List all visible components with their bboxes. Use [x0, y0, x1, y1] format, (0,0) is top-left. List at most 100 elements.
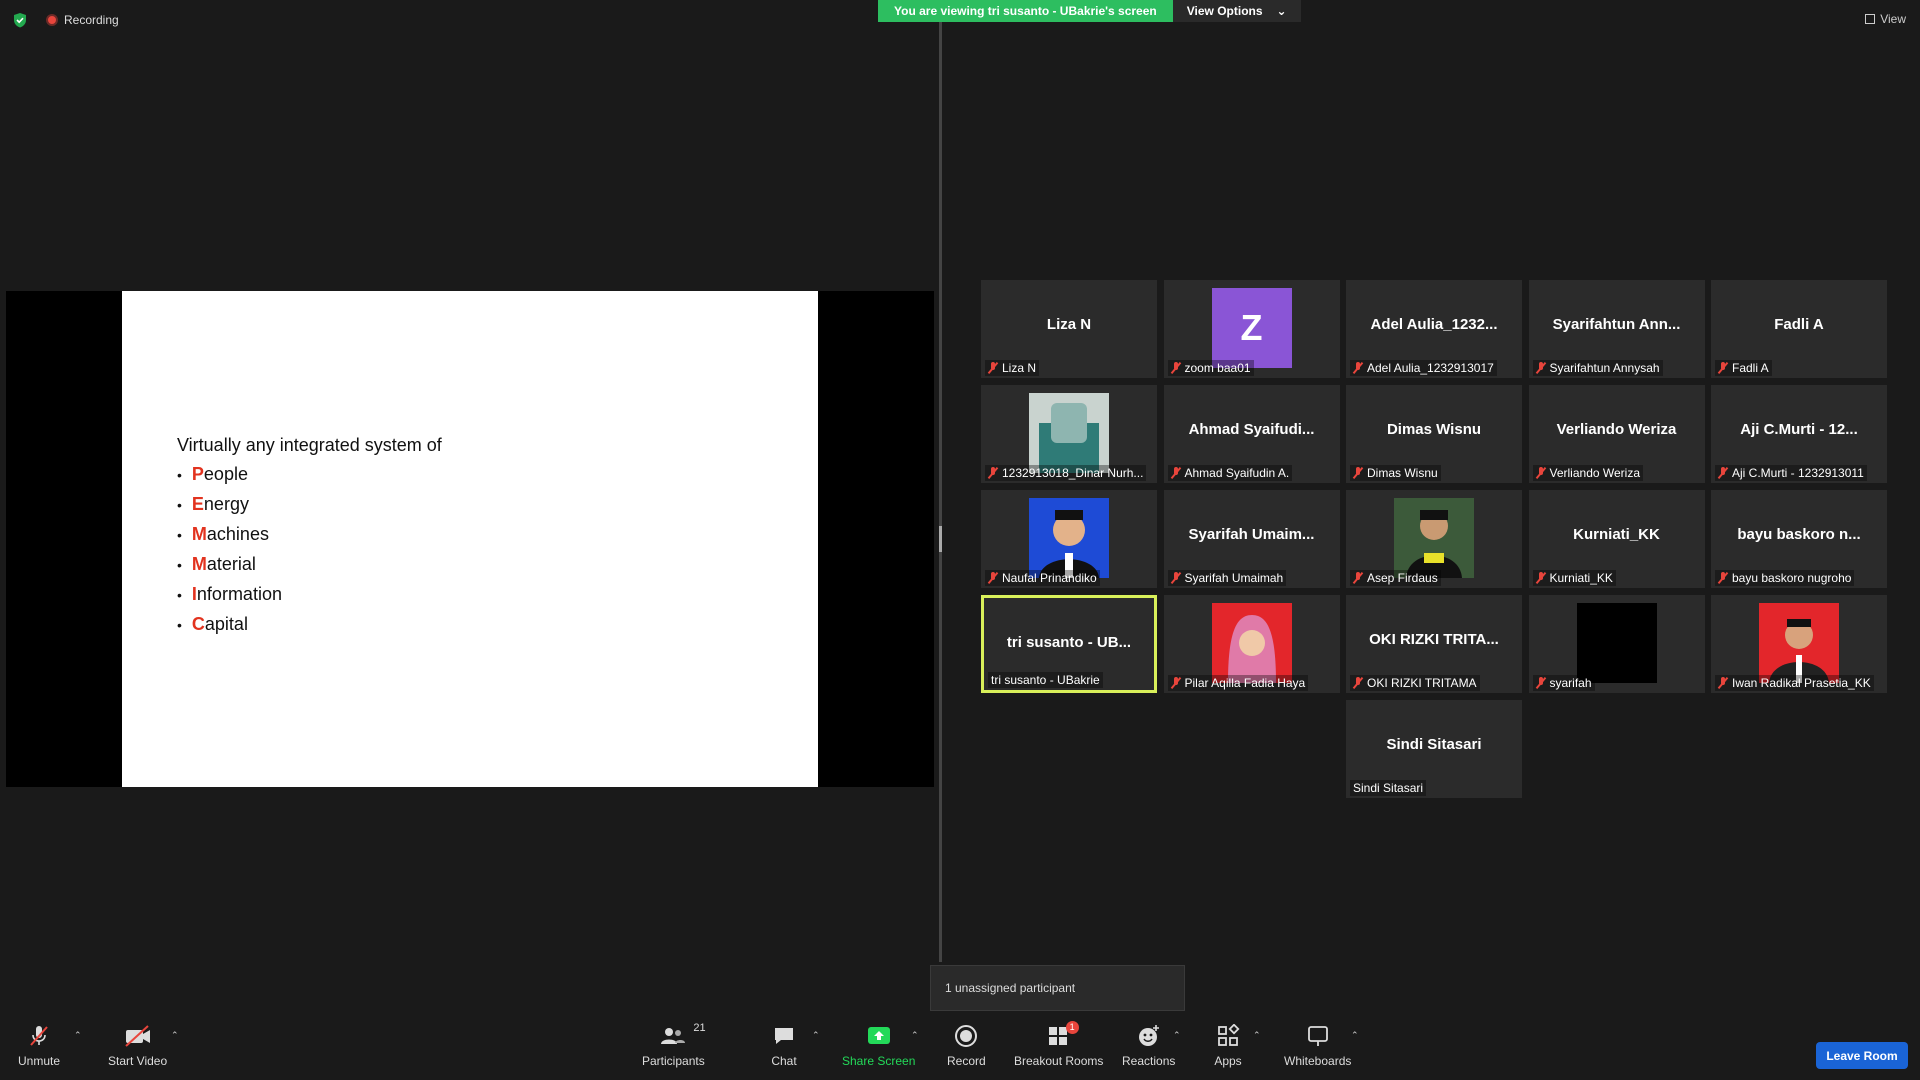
participant-photo [1576, 603, 1657, 683]
slide-item-text: Energy [191, 494, 249, 514]
reactions-smiley-icon [1135, 1024, 1163, 1048]
participant-tile[interactable]: Syarifah Umaim... Syarifah Umaimah [1163, 490, 1340, 588]
audio-options-caret-icon[interactable]: ⌃ [74, 1030, 82, 1041]
mic-muted-icon [988, 362, 998, 374]
share-options-caret-icon[interactable]: ⌃ [911, 1030, 919, 1041]
participant-tile[interactable]: Liza N Liza N [981, 280, 1157, 378]
participant-display-name: OKI RIZKI TRITA... [1369, 631, 1499, 648]
mic-muted-icon [1353, 572, 1363, 584]
record-button[interactable]: Record [947, 1024, 986, 1068]
participant-name-label: Syarifahtun Annysah [1532, 360, 1663, 376]
participant-photo [1394, 498, 1474, 578]
participant-tile[interactable]: Fadli A Fadli A [1711, 280, 1887, 378]
participant-name: Syarifah Umaimah [1184, 571, 1284, 585]
chat-label: Chat [771, 1054, 797, 1068]
bullet-dot-icon: • [177, 587, 182, 603]
participant-tile[interactable]: Pilar Aqilla Fadia Haya [1163, 595, 1340, 693]
participant-name: syarifah [1549, 676, 1592, 690]
breakout-rooms-button[interactable]: 1 Breakout Rooms [1014, 1021, 1103, 1068]
participant-tile[interactable]: Asep Firdaus [1346, 490, 1522, 588]
leave-room-button[interactable]: Leave Room [1816, 1042, 1908, 1069]
breakout-rooms-icon: 1 [1045, 1021, 1079, 1048]
shared-screen: Virtually any integrated system of • Peop… [6, 291, 934, 787]
chat-options-caret-icon[interactable]: ⌃ [812, 1030, 820, 1041]
start-video-label: Start Video [108, 1054, 168, 1068]
participant-name: Fadli A [1732, 361, 1769, 375]
view-options-button[interactable]: View Options ⌄ [1172, 0, 1301, 22]
mic-muted-icon [1536, 467, 1546, 479]
whiteboards-options-caret-icon[interactable]: ⌃ [1351, 1030, 1359, 1041]
meeting-toolbar: Unmute ⌃ Start Video ⌃ 21 Participants C… [0, 1018, 1920, 1080]
participant-name-label: Fadli A [1715, 360, 1772, 376]
participant-tile[interactable]: Syarifahtun Ann... Syarifahtun Annysah [1528, 280, 1705, 378]
participant-name: tri susanto - UBakrie [991, 673, 1100, 687]
mic-muted-icon [1171, 362, 1181, 374]
apps-options-caret-icon[interactable]: ⌃ [1253, 1030, 1261, 1041]
recording-indicator[interactable]: Recording [46, 13, 119, 27]
participant-tile[interactable]: Ahmad Syaifudi... Ahmad Syaifudin A. [1163, 385, 1340, 483]
slide-item-text: Capital [191, 614, 248, 634]
reactions-button[interactable]: Reactions [1122, 1024, 1175, 1068]
recording-label: Recording [64, 13, 119, 27]
recording-dot-icon [46, 14, 58, 26]
participant-tile[interactable]: OKI RIZKI TRITA... OKI RIZKI TRITAMA [1346, 595, 1522, 693]
bullet-dot-icon: • [177, 467, 182, 483]
participant-display-name: Dimas Wisnu [1386, 421, 1482, 438]
participant-tile[interactable]: bayu baskoro n... bayu baskoro nugroho [1711, 490, 1887, 588]
participant-tile[interactable]: syarifah [1528, 595, 1705, 693]
participant-name-label: Iwan Radikal Prasetia_KK [1715, 675, 1874, 691]
split-divider[interactable] [939, 22, 942, 962]
mic-muted-icon [1536, 572, 1546, 584]
mic-muted-icon [1536, 362, 1546, 374]
participant-tile[interactable]: Naufal Prinandiko [981, 490, 1157, 588]
participant-tile[interactable]: Verliando Weriza Verliando Weriza [1528, 385, 1705, 483]
participant-name: Dimas Wisnu [1367, 466, 1438, 480]
bullet-dot-icon: • [177, 617, 182, 633]
participants-count: 21 [693, 1022, 706, 1034]
viewing-banner: You are viewing tri susanto - UBakrie's … [878, 0, 1173, 22]
slide-item-text: Material [191, 554, 256, 574]
unmute-button[interactable]: Unmute [18, 1024, 60, 1068]
participant-tile[interactable]: Sindi Sitasari Sindi Sitasari [1346, 700, 1522, 798]
reactions-label: Reactions [1122, 1054, 1176, 1068]
participant-tile[interactable]: Zzoom baa01 [1163, 280, 1340, 378]
whiteboard-icon [1304, 1024, 1332, 1048]
chat-button[interactable]: Chat [770, 1024, 798, 1068]
participant-tile[interactable]: tri susanto - UB... tri susanto - UBakrie [981, 595, 1157, 693]
video-options-caret-icon[interactable]: ⌃ [171, 1030, 179, 1041]
participant-name-label: Aji C.Murti - 1232913011 [1715, 465, 1867, 481]
slide-item-text: Information [191, 584, 282, 604]
chevron-down-icon: ⌄ [1276, 4, 1287, 18]
participant-tile[interactable]: Iwan Radikal Prasetia_KK [1711, 595, 1887, 693]
share-screen-button[interactable]: Share Screen [842, 1024, 915, 1068]
participant-name-label: syarifah [1532, 675, 1595, 691]
participant-name-label: Pilar Aqilla Fadia Haya [1167, 675, 1309, 691]
participant-name-label: OKI RIZKI TRITAMA [1350, 675, 1480, 691]
participant-name-label: bayu baskoro nugroho [1715, 570, 1855, 586]
mic-muted-icon [988, 467, 998, 479]
view-label: View [1880, 12, 1906, 26]
participant-tile[interactable]: Adel Aulia_1232... Adel Aulia_1232913017 [1346, 280, 1522, 378]
mic-muted-icon [1718, 572, 1728, 584]
whiteboards-button[interactable]: Whiteboards [1284, 1024, 1351, 1068]
slide-item-text: Machines [191, 524, 269, 544]
participant-tile[interactable]: Dimas Wisnu Dimas Wisnu [1346, 385, 1522, 483]
participant-display-name: Kurniati_KK [1573, 526, 1660, 543]
unmute-label: Unmute [18, 1054, 61, 1068]
participants-button[interactable]: 21 Participants [642, 1022, 706, 1068]
divider-handle[interactable] [939, 526, 942, 552]
participant-name-label: Liza N [985, 360, 1040, 376]
participant-tile[interactable]: Kurniati_KK Kurniati_KK [1528, 490, 1705, 588]
apps-button[interactable]: Apps [1214, 1024, 1242, 1068]
participant-name-label: Adel Aulia_1232913017 [1350, 360, 1497, 376]
video-off-icon [124, 1024, 152, 1048]
participant-avatar: Z [1211, 288, 1292, 368]
unassigned-participant-popup[interactable]: 1 unassigned participant [930, 965, 1185, 1011]
security-shield-icon[interactable] [12, 12, 28, 28]
participant-display-name: Adel Aulia_1232... [1370, 316, 1498, 333]
reactions-options-caret-icon[interactable]: ⌃ [1173, 1030, 1181, 1041]
view-button[interactable]: View [1865, 12, 1906, 26]
participant-tile[interactable]: 1232913018_Dinar Nurh... [981, 385, 1157, 483]
participant-tile[interactable]: Aji C.Murti - 12... Aji C.Murti - 1232913… [1711, 385, 1887, 483]
start-video-button[interactable]: Start Video [108, 1024, 167, 1068]
